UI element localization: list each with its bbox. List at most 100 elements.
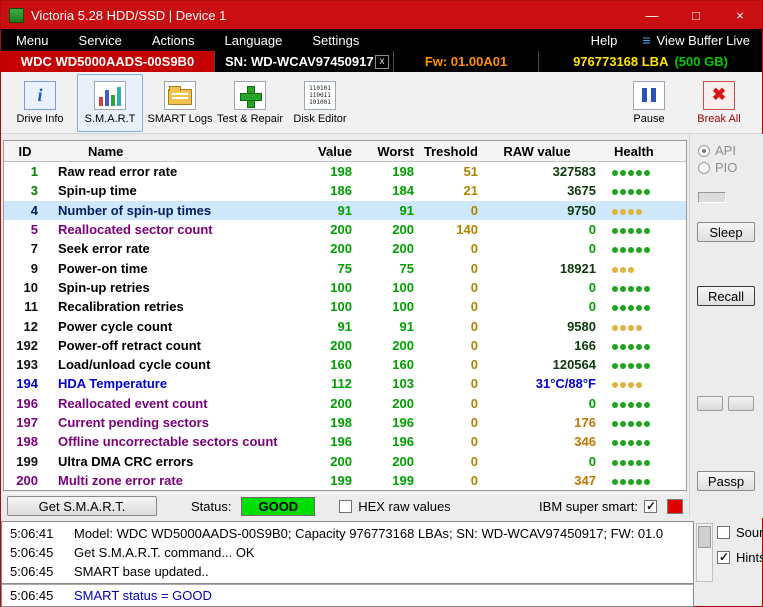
- table-row[interactable]: 192Power-off retract count2002000166: [4, 336, 686, 355]
- title-bar: Victoria 5.28 HDD/SSD | Device 1 — □ ×: [1, 1, 762, 29]
- cell-raw-value: 0: [478, 299, 596, 314]
- cell-threshold: 0: [414, 241, 478, 256]
- status-bar: Get S.M.A.R.T. Status: GOOD HEX raw valu…: [1, 493, 689, 518]
- table-row[interactable]: 196Reallocated event count20020000: [4, 394, 686, 413]
- table-row[interactable]: 12Power cycle count919109580: [4, 316, 686, 335]
- minimize-button[interactable]: —: [630, 1, 674, 29]
- table-row[interactable]: 193Load/unload cycle count1601600120564: [4, 355, 686, 374]
- cell-worst: 100: [352, 299, 414, 314]
- device-capacity-lba: 976773168 LBA: [573, 54, 668, 69]
- device-close-icon[interactable]: x: [375, 55, 389, 69]
- toolbar: i Drive Info S.M.A.R.T SMART Logs Test &…: [1, 72, 762, 134]
- smart-tab-button[interactable]: S.M.A.R.T: [77, 74, 143, 132]
- test-repair-button[interactable]: Test & Repair: [217, 74, 283, 132]
- log-scrollbar-thumb[interactable]: [698, 526, 711, 548]
- health-dots: [596, 164, 682, 179]
- small-button-2[interactable]: [728, 396, 754, 411]
- cell-id: 192: [4, 338, 46, 353]
- table-row[interactable]: 7Seek error rate20020000: [4, 239, 686, 258]
- cell-name: Number of spin-up times: [46, 203, 286, 218]
- table-row[interactable]: 11Recalibration retries10010000: [4, 297, 686, 316]
- cell-name: Ultra DMA CRC errors: [46, 454, 286, 469]
- cell-threshold: 0: [414, 473, 478, 488]
- table-row[interactable]: 199Ultra DMA CRC errors20020000: [4, 451, 686, 470]
- cell-id: 12: [4, 319, 46, 334]
- menu-item-actions[interactable]: Actions: [137, 33, 210, 48]
- drive-info-button[interactable]: i Drive Info: [7, 74, 73, 132]
- menu-item-settings[interactable]: Settings: [297, 33, 374, 48]
- cell-name: Power-on time: [46, 261, 286, 276]
- device-model[interactable]: WDC WD5000AADS-00S9B0: [1, 51, 214, 72]
- sleep-button[interactable]: Sleep: [697, 222, 755, 242]
- table-row[interactable]: 197Current pending sectors1981960176: [4, 413, 686, 432]
- get-smart-button[interactable]: Get S.M.A.R.T.: [7, 496, 157, 516]
- header-id[interactable]: ID: [4, 144, 46, 159]
- log-time: 5:06:45: [2, 588, 74, 603]
- break-all-button[interactable]: ✖ Break All: [686, 74, 752, 132]
- cell-id: 194: [4, 376, 46, 391]
- hints-checkbox[interactable]: Hints: [717, 550, 763, 565]
- cell-id: 9: [4, 261, 46, 276]
- menu-item-language[interactable]: Language: [210, 33, 298, 48]
- header-worst[interactable]: Worst: [352, 144, 414, 159]
- cell-name: Spin-up retries: [46, 280, 286, 295]
- header-threshold[interactable]: Treshold: [414, 144, 478, 159]
- cell-threshold: 21: [414, 183, 478, 198]
- device-serial-label: SN: WD-WCAV97450917: [225, 54, 374, 69]
- cell-threshold: 140: [414, 222, 478, 237]
- passp-button[interactable]: Passp: [697, 471, 755, 491]
- header-raw-value[interactable]: RAW value: [478, 144, 596, 159]
- table-row[interactable]: 10Spin-up retries10010000: [4, 278, 686, 297]
- api-radio[interactable]: API: [698, 143, 736, 158]
- view-buffer-live-button[interactable]: ≡ View Buffer Live: [632, 33, 760, 48]
- hints-checkbox-box: [717, 551, 730, 564]
- recall-button[interactable]: Recall: [697, 286, 755, 306]
- cell-raw-value: 0: [478, 241, 596, 256]
- header-value[interactable]: Value: [286, 144, 352, 159]
- cell-worst: 196: [352, 434, 414, 449]
- table-row[interactable]: 1Raw read error rate19819851327583: [4, 162, 686, 181]
- log-time: 5:06:45: [2, 545, 74, 560]
- pause-button[interactable]: Pause: [616, 74, 682, 132]
- ibm-super-smart-checkbox[interactable]: IBM super smart:: [539, 499, 657, 514]
- cell-worst: 200: [352, 222, 414, 237]
- smart-logs-button[interactable]: SMART Logs: [147, 74, 213, 132]
- device-capacity-gb: (500 GB): [674, 54, 727, 69]
- header-name[interactable]: Name: [46, 144, 286, 159]
- menu-item-service[interactable]: Service: [64, 33, 137, 48]
- cell-value: 112: [286, 376, 352, 391]
- sound-checkbox[interactable]: Sound: [717, 525, 763, 540]
- hex-raw-checkbox[interactable]: HEX raw values: [339, 499, 450, 514]
- header-health[interactable]: Health: [596, 144, 682, 159]
- cell-threshold: 0: [414, 434, 478, 449]
- status-good-badge: GOOD: [241, 497, 315, 516]
- table-row[interactable]: 9Power-on time7575018921: [4, 258, 686, 277]
- health-dots: [596, 357, 682, 372]
- menu-item-help[interactable]: Help: [576, 33, 633, 48]
- cell-raw-value: 346: [478, 434, 596, 449]
- cell-threshold: 0: [414, 338, 478, 353]
- cell-value: 200: [286, 241, 352, 256]
- table-row[interactable]: 200Multi zone error rate1991990347: [4, 471, 686, 490]
- disk-editor-button[interactable]: 110101110011101001 Disk Editor: [287, 74, 353, 132]
- log-scrollbar[interactable]: [696, 523, 713, 582]
- health-dots: [596, 222, 682, 237]
- cell-id: 196: [4, 396, 46, 411]
- maximize-button[interactable]: □: [674, 1, 718, 29]
- cell-id: 200: [4, 473, 46, 488]
- small-button-1[interactable]: [697, 396, 723, 411]
- table-row[interactable]: 5Reallocated sector count2002001400: [4, 220, 686, 239]
- cell-name: Spin-up time: [46, 183, 286, 198]
- table-row[interactable]: 194HDA Temperature112103031°C/88°F: [4, 374, 686, 393]
- table-row[interactable]: 4Number of spin-up times919109750: [4, 201, 686, 220]
- table-row[interactable]: 198Offline uncorrectable sectors count19…: [4, 432, 686, 451]
- pio-radio[interactable]: PIO: [698, 160, 737, 175]
- table-row[interactable]: 3Spin-up time186184213675: [4, 181, 686, 200]
- health-dots: [596, 261, 682, 276]
- health-dots: [596, 319, 682, 334]
- cell-value: 198: [286, 164, 352, 179]
- menu-item-menu[interactable]: Menu: [1, 33, 64, 48]
- close-button[interactable]: ×: [718, 1, 762, 29]
- cell-name: Reallocated sector count: [46, 222, 286, 237]
- cell-worst: 200: [352, 338, 414, 353]
